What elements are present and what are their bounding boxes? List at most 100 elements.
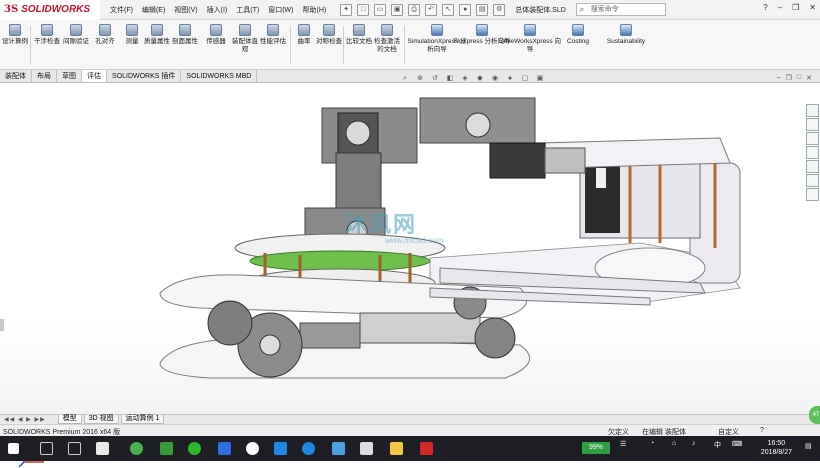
appearances-icon[interactable]	[806, 160, 819, 173]
volume-icon[interactable]: ♪	[692, 440, 696, 447]
new-document-icon[interactable]: □	[357, 3, 370, 16]
section-properties-button[interactable]: 剖面属性	[172, 24, 198, 46]
language-indicator[interactable]: 中	[714, 440, 721, 450]
menu-insert[interactable]: 插入(I)	[207, 5, 228, 15]
star-app-icon[interactable]	[218, 442, 231, 455]
file-explorer-taskbar-icon[interactable]	[96, 442, 109, 455]
sensor-button[interactable]: 传感器	[203, 24, 229, 46]
network-icon[interactable]: ⌂	[672, 440, 676, 447]
performance-evaluation-button[interactable]: 性能评估	[260, 24, 286, 46]
save-icon[interactable]: ▣	[391, 3, 404, 16]
doc-close-button[interactable]: ✕	[806, 74, 812, 82]
search-commands-input[interactable]: 搜索命令	[575, 3, 666, 16]
menu-tools[interactable]: 工具(T)	[236, 5, 259, 15]
doc-maximize-button[interactable]: □	[797, 74, 801, 82]
appearance-icon[interactable]: ●	[505, 74, 515, 84]
solidworks-logo[interactable]: 3S SOLIDWORKS	[0, 0, 100, 20]
wechat-icon[interactable]	[188, 442, 201, 455]
qq-icon[interactable]	[246, 442, 259, 455]
graphics-viewport[interactable]	[0, 83, 820, 468]
pin-icon[interactable]: ✦	[340, 3, 353, 16]
tab-solidworks-addins[interactable]: SOLIDWORKS 插件	[107, 70, 182, 82]
tab-scroll-arrows[interactable]: ◀◀ ◀ ▶ ▶▶	[4, 416, 46, 423]
scene-icon[interactable]: ▢	[520, 74, 530, 84]
clock[interactable]: 16:50 2018/8/27	[761, 439, 792, 457]
app-green-icon[interactable]	[130, 442, 143, 455]
display-style-icon[interactable]: ◆	[475, 74, 485, 84]
minimize-button[interactable]: –	[778, 3, 782, 12]
tray-app-icon[interactable]: ☰	[620, 440, 626, 448]
view-palette-icon[interactable]	[806, 146, 819, 159]
tab-model[interactable]: 模型	[57, 415, 82, 424]
file-explorer-icon[interactable]	[806, 132, 819, 145]
tab-layout[interactable]: 布局	[32, 70, 57, 82]
toolbar-separator	[30, 26, 31, 64]
menu-edit[interactable]: 编辑(E)	[142, 5, 165, 15]
previous-view-icon[interactable]: ↺	[430, 74, 440, 84]
rebuild-icon[interactable]: ▤	[476, 3, 489, 16]
sync-app-icon[interactable]	[332, 442, 345, 455]
assembly-visualization-icon	[239, 24, 251, 36]
compare-documents-button[interactable]: 比较文档	[346, 24, 372, 46]
restore-button[interactable]: ❐	[792, 3, 799, 12]
wifi-icon[interactable]: ◔	[650, 440, 654, 447]
traffic-light-icon[interactable]: ●	[459, 3, 472, 16]
input-method-icon[interactable]: ⌨	[732, 440, 742, 448]
menu-help[interactable]: 帮助(H)	[302, 5, 326, 15]
zoom-area-icon[interactable]: ⊕	[415, 74, 425, 84]
clearance-verification-button[interactable]: 间隙验证	[63, 24, 89, 46]
interference-check-button[interactable]: 干涉检查	[34, 24, 60, 46]
windows-start-icon[interactable]	[8, 443, 19, 454]
robot-assembly-model[interactable]	[0, 83, 820, 414]
help-icon[interactable]: ?	[760, 427, 764, 434]
assembly-visualization-button[interactable]: 装配体直观	[232, 24, 258, 53]
solidworks-taskbar-icon[interactable]	[420, 442, 433, 455]
battery-indicator[interactable]: 99%	[582, 442, 610, 454]
tab-solidworks-mbd[interactable]: SOLIDWORKS MBD	[181, 70, 258, 82]
chrome-icon[interactable]	[160, 442, 173, 455]
design-study-button[interactable]: 设计算例	[2, 24, 28, 46]
curvature-button[interactable]: 曲率	[291, 24, 317, 46]
menu-window[interactable]: 窗口(W)	[268, 5, 293, 15]
custom-properties-icon[interactable]	[806, 174, 819, 187]
doc-restore-button[interactable]: ❐	[786, 74, 792, 82]
view-settings-icon[interactable]: ▣	[535, 74, 545, 84]
panda-app-icon[interactable]	[360, 442, 373, 455]
open-icon[interactable]: ▭	[374, 3, 387, 16]
mass-properties-button[interactable]: 质量属性	[144, 24, 170, 46]
folder-icon[interactable]	[390, 442, 403, 455]
search-icon[interactable]	[40, 442, 53, 455]
zoom-to-fit-icon[interactable]: ⌕	[400, 74, 410, 84]
edge-icon[interactable]	[302, 442, 315, 455]
check-active-document-button[interactable]: 检查激活的文档	[374, 24, 400, 53]
task-view-icon[interactable]	[68, 442, 81, 455]
tab-sketch[interactable]: 草图	[57, 70, 82, 82]
tab-3d-views[interactable]: 3D 视图	[83, 415, 119, 424]
view-orientation-icon[interactable]: ◈	[460, 74, 470, 84]
help-question-icon[interactable]: ?	[763, 3, 767, 12]
undo-icon[interactable]: ↶	[425, 3, 438, 16]
k-app-icon[interactable]	[274, 442, 287, 455]
menu-file[interactable]: 文件(F)	[110, 5, 133, 15]
sustainability-button[interactable]: Sustainability	[594, 24, 658, 46]
print-icon[interactable]: ⎙	[408, 3, 421, 16]
hide-show-icon[interactable]: ◉	[490, 74, 500, 84]
tab-motion-study[interactable]: 运动算例 1	[120, 415, 165, 424]
select-icon[interactable]: ↖	[442, 3, 455, 16]
tab-assembly[interactable]: 装配体	[0, 70, 32, 82]
symmetry-check-button[interactable]: 对称检查	[316, 24, 342, 46]
feature-tree-collapse-handle[interactable]	[0, 319, 4, 331]
close-button[interactable]: ✕	[809, 3, 816, 12]
measure-button[interactable]: 测量	[119, 24, 145, 46]
doc-minimize-button[interactable]: –	[777, 74, 781, 82]
section-view-icon[interactable]: ◧	[445, 74, 455, 84]
options-gear-icon[interactable]: ⚙	[493, 3, 506, 16]
floating-assist-button[interactable]: 47	[809, 406, 820, 424]
forum-icon[interactable]	[806, 188, 819, 201]
notification-center-icon[interactable]: ▤	[805, 442, 812, 450]
tab-evaluate[interactable]: 评估	[82, 70, 107, 82]
design-library-icon[interactable]	[806, 118, 819, 131]
menu-view[interactable]: 视图(V)	[174, 5, 197, 15]
home-icon[interactable]	[806, 104, 819, 117]
hole-alignment-button[interactable]: 孔对齐	[92, 24, 118, 46]
